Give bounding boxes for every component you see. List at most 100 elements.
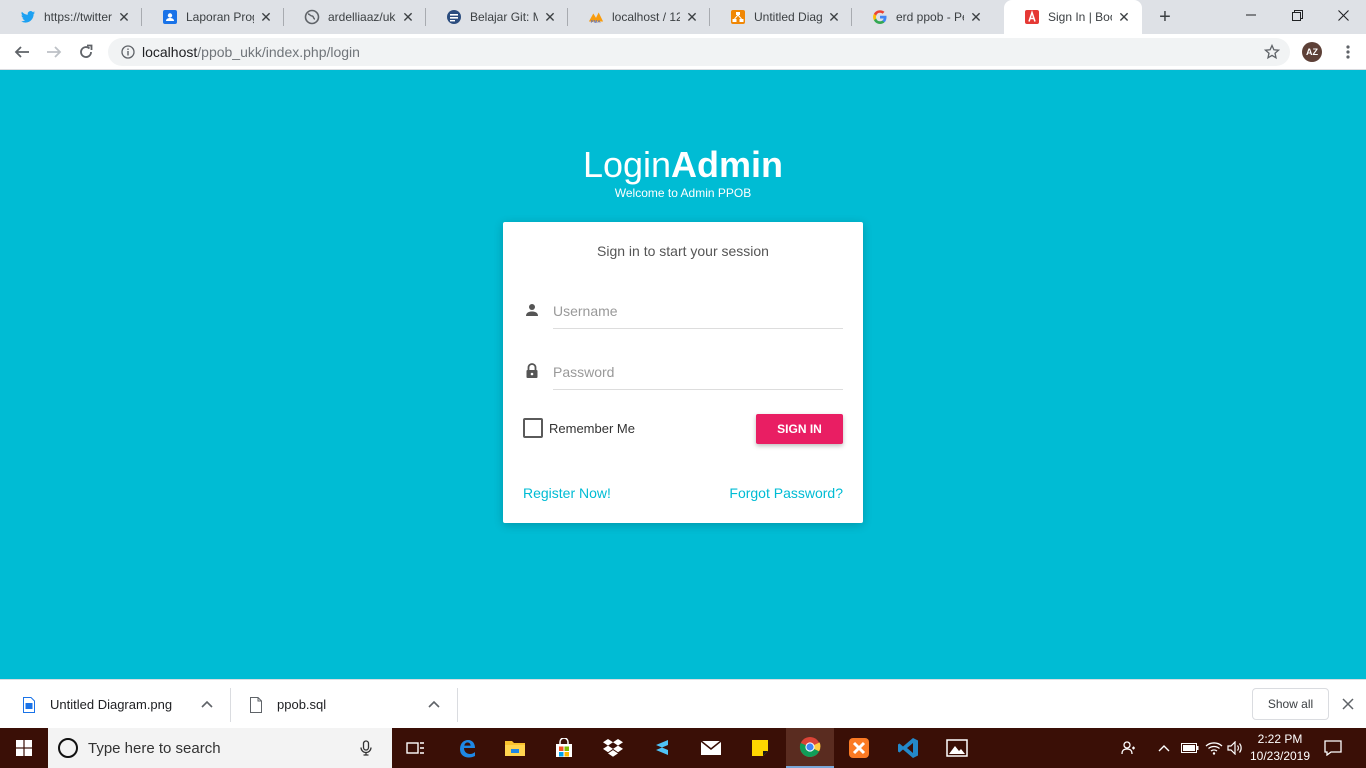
xampp-icon[interactable] — [835, 728, 883, 768]
tab-twitter[interactable]: https://twitter.c ✕ — [0, 0, 142, 34]
username-field — [523, 293, 843, 329]
url-path: /ppob_ukk/index.php/login — [197, 44, 360, 60]
people-icon[interactable] — [1118, 728, 1140, 768]
username-input[interactable] — [553, 293, 843, 329]
vscode-icon[interactable] — [884, 728, 932, 768]
battery-icon[interactable] — [1180, 728, 1200, 768]
new-tab-button[interactable]: + — [1154, 6, 1176, 28]
tab-drawio[interactable]: Untitled Diagra ✕ — [710, 0, 852, 34]
forward-arrow-icon[interactable] — [40, 38, 68, 66]
tab-strip: https://twitter.c ✕ Laporan Progra ✕ ard… — [0, 0, 1366, 34]
logo-light: Login — [582, 144, 672, 185]
minimize-icon[interactable] — [1228, 0, 1274, 30]
store-icon[interactable] — [540, 728, 588, 768]
download-separator — [230, 688, 231, 722]
close-icon[interactable]: ✕ — [400, 9, 416, 25]
info-icon[interactable] — [120, 44, 136, 60]
tab-title: Laporan Progra — [186, 10, 254, 24]
close-icon[interactable]: ✕ — [542, 9, 558, 25]
tab-title: Sign In | Boots — [1048, 10, 1112, 24]
sticky-notes-icon[interactable] — [736, 728, 784, 768]
phpmyadmin-icon: PMA — [588, 9, 604, 25]
site-icon — [446, 9, 462, 25]
twitter-icon — [20, 9, 36, 25]
cortana-icon — [58, 738, 78, 758]
logo-subtitle: Welcome to Admin PPOB — [614, 186, 752, 200]
file-icon — [249, 696, 263, 714]
chevron-up-icon[interactable] — [426, 696, 442, 712]
tab-title: erd ppob - Pen — [896, 10, 964, 24]
tab-belajar-git[interactable]: Belajar Git: Me ✕ — [426, 0, 568, 34]
tab-laporan[interactable]: Laporan Progra ✕ — [142, 0, 284, 34]
clock-date: 10/23/2019 — [1249, 749, 1311, 763]
chevron-up-icon[interactable] — [199, 696, 215, 712]
logo-bold: Admin — [671, 144, 784, 185]
reload-icon[interactable] — [72, 38, 100, 66]
tab-title: https://twitter.c — [44, 10, 112, 24]
menu-kebab-icon[interactable] — [1334, 38, 1362, 66]
adminbsb-icon — [1024, 9, 1040, 25]
login-card: Sign in to start your session Remember M… — [503, 222, 863, 523]
svg-text:PMA: PMA — [591, 19, 602, 24]
close-icon[interactable] — [1338, 694, 1358, 714]
password-input[interactable] — [553, 354, 843, 390]
chrome-icon[interactable] — [786, 728, 834, 768]
download-item[interactable]: ppob.sql — [249, 680, 326, 729]
register-link[interactable]: Register Now! — [523, 485, 611, 501]
download-item[interactable]: Untitled Diagram.png — [22, 680, 172, 729]
globe-icon — [304, 9, 320, 25]
download-filename: ppob.sql — [277, 697, 327, 712]
tab-google-search[interactable]: erd ppob - Pen ✕ — [852, 0, 994, 34]
chevron-up-icon[interactable] — [1156, 728, 1172, 768]
page-content: LoginAdmin Welcome to Admin PPOB Sign in… — [0, 70, 1366, 679]
drawio-icon — [730, 9, 746, 25]
close-icon[interactable]: ✕ — [826, 9, 842, 25]
taskbar: Type here to search 2:22 PM 10/23/2019 — [0, 728, 1366, 768]
close-icon[interactable]: ✕ — [258, 9, 274, 25]
wifi-icon[interactable] — [1204, 728, 1224, 768]
back-arrow-icon[interactable] — [8, 38, 36, 66]
tab-title: ardelliaaz/ukl_ — [328, 10, 396, 24]
windows-start-icon[interactable] — [0, 728, 48, 768]
close-icon[interactable]: ✕ — [684, 9, 700, 25]
close-icon[interactable]: ✕ — [116, 9, 132, 25]
logo: LoginAdmin — [0, 144, 1366, 186]
remember-me[interactable]: Remember Me — [523, 418, 635, 438]
photos-icon[interactable] — [933, 728, 981, 768]
close-window-icon[interactable] — [1320, 0, 1366, 30]
session-message: Sign in to start your session — [597, 243, 769, 259]
tab-sign-in[interactable]: Sign In | Boots ✕ — [1004, 0, 1142, 34]
tab-title: Belajar Git: Me — [470, 10, 538, 24]
search-placeholder: Type here to search — [88, 739, 221, 757]
restore-icon[interactable] — [1274, 0, 1320, 30]
show-all-button[interactable]: Show all — [1252, 688, 1329, 720]
taskbar-search[interactable]: Type here to search — [48, 728, 392, 768]
browser-toolbar: localhost/ppob_ukk/index.php/login — [0, 34, 1366, 70]
task-view-icon[interactable] — [392, 728, 440, 768]
notification-icon[interactable] — [1322, 728, 1344, 768]
tab-title: localhost / 127. — [612, 10, 680, 24]
bookmark-star-icon[interactable] — [1263, 43, 1281, 60]
sign-in-button[interactable]: SIGN IN — [756, 414, 843, 444]
system-clock[interactable]: 2:22 PM 10/23/2019 — [1240, 731, 1320, 765]
close-icon[interactable]: ✕ — [968, 9, 984, 25]
close-icon[interactable]: ✕ — [1116, 9, 1132, 25]
lock-icon — [523, 362, 541, 380]
dropbox-icon[interactable] — [589, 728, 637, 768]
forgot-password-link[interactable]: Forgot Password? — [729, 485, 843, 501]
profile-avatar[interactable]: AZ — [1302, 42, 1322, 62]
file-explorer-icon[interactable] — [491, 728, 539, 768]
remember-label: Remember Me — [549, 420, 635, 436]
image-file-icon — [22, 696, 36, 714]
address-bar[interactable]: localhost/ppob_ukk/index.php/login — [108, 38, 1290, 66]
remember-checkbox[interactable] — [523, 418, 543, 438]
edge-icon[interactable] — [443, 728, 491, 768]
microphone-icon[interactable] — [360, 740, 372, 760]
tab-phpmyadmin[interactable]: PMA localhost / 127. ✕ — [568, 0, 710, 34]
password-field — [523, 354, 843, 390]
downloads-bar: Untitled Diagram.png ppob.sql Show all — [0, 679, 1366, 728]
tab-github[interactable]: ardelliaaz/ukl_ ✕ — [284, 0, 426, 34]
sublime-icon[interactable] — [638, 728, 686, 768]
mail-icon[interactable] — [687, 728, 735, 768]
tab-title: Untitled Diagra — [754, 10, 822, 24]
